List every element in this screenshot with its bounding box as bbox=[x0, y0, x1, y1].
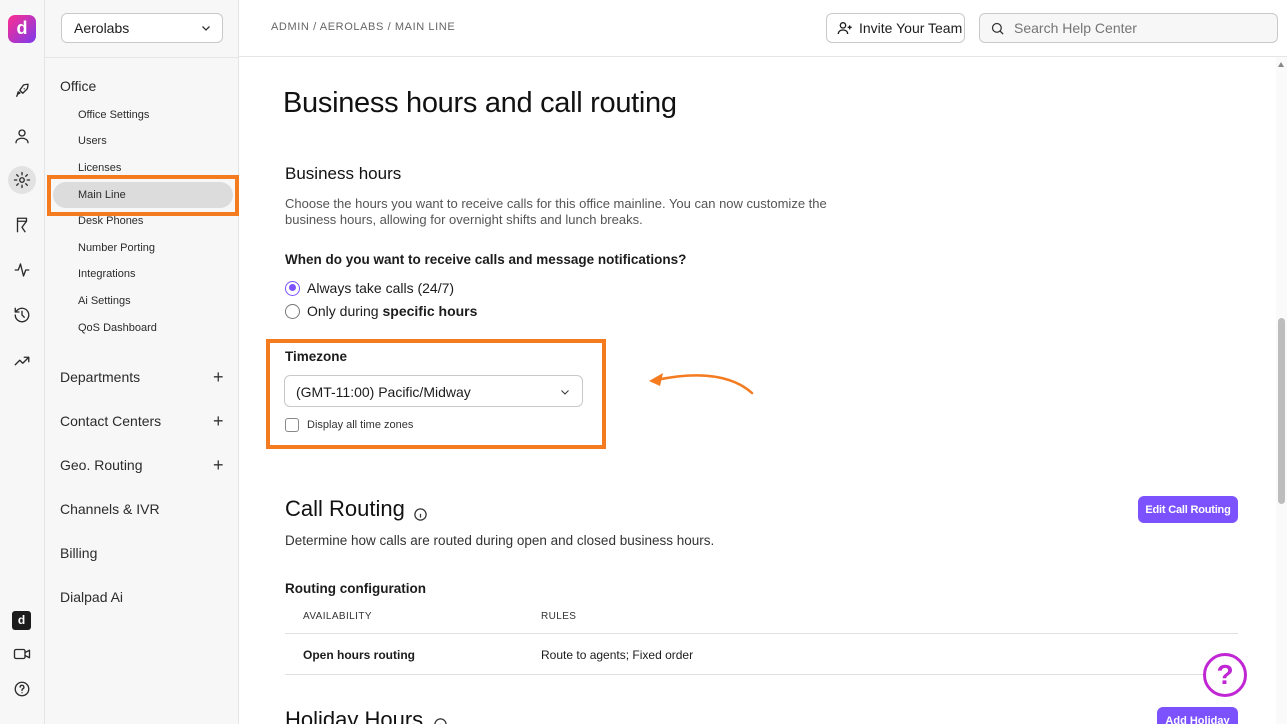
annotation-arrow-icon bbox=[649, 373, 754, 395]
sidebar-item-users[interactable]: Users bbox=[78, 135, 107, 147]
gear-icon[interactable] bbox=[8, 166, 36, 194]
search-box[interactable] bbox=[979, 13, 1278, 43]
table-header-availability: AVAILABILITY bbox=[303, 611, 372, 622]
timezone-highlight-box bbox=[266, 339, 606, 449]
add-holiday-button[interactable]: Add Holiday bbox=[1157, 707, 1238, 724]
scroll-up-arrow-icon[interactable] bbox=[1278, 62, 1284, 67]
page-title: Business hours and call routing bbox=[283, 87, 677, 119]
main-content: Business hours and call routing Business… bbox=[239, 57, 1279, 724]
scrollbar-thumb[interactable] bbox=[1278, 318, 1285, 504]
search-input[interactable] bbox=[1014, 20, 1264, 36]
sidebar-section-billing[interactable]: Billing bbox=[60, 545, 97, 561]
radio-dot-selected[interactable] bbox=[285, 280, 300, 296]
business-hours-description: Choose the hours you want to receive cal… bbox=[285, 196, 827, 227]
user-icon[interactable] bbox=[8, 122, 36, 150]
icon-rail: d d bbox=[0, 0, 45, 724]
sidebar-section-geo-routing[interactable]: Geo. Routing bbox=[60, 457, 143, 473]
rocket-icon[interactable] bbox=[8, 77, 36, 105]
table-cell-availability: Open hours routing bbox=[303, 648, 415, 662]
table-divider bbox=[285, 674, 1238, 675]
call-routing-heading: Call Routing bbox=[285, 496, 405, 521]
routing-icon[interactable] bbox=[8, 211, 36, 239]
routing-configuration-title: Routing configuration bbox=[285, 581, 426, 596]
info-icon[interactable] bbox=[413, 507, 428, 522]
invite-team-button[interactable]: Invite Your Team bbox=[826, 13, 965, 43]
help-fab-button[interactable]: ? bbox=[1203, 653, 1247, 697]
trending-icon[interactable] bbox=[8, 347, 36, 375]
plus-icon[interactable]: + bbox=[213, 368, 224, 386]
sidebar-section-dialpad-ai[interactable]: Dialpad Ai bbox=[60, 589, 123, 605]
sidebar-item-desk-phones[interactable]: Desk Phones bbox=[78, 215, 143, 227]
sidebar-item-ai-settings[interactable]: Ai Settings bbox=[78, 295, 131, 307]
table-divider bbox=[285, 633, 1238, 634]
radio-always-label: Always take calls (24/7) bbox=[307, 280, 455, 296]
org-select-value: Aerolabs bbox=[74, 20, 130, 36]
radio-dot[interactable] bbox=[285, 303, 300, 319]
org-select[interactable]: Aerolabs bbox=[61, 13, 223, 43]
settings-sidebar: Aerolabs Office Office Settings Users Li… bbox=[45, 0, 239, 724]
video-icon[interactable] bbox=[8, 640, 36, 668]
dialpad-logo[interactable]: d bbox=[8, 15, 36, 43]
sidebar-section-office[interactable]: Office bbox=[60, 78, 96, 94]
holiday-hours-heading: Holiday Hours bbox=[285, 707, 424, 724]
radio-specific-hours[interactable]: Only during specific hours bbox=[285, 303, 477, 319]
breadcrumb: ADMIN / AEROLABS / MAIN LINE bbox=[271, 21, 456, 33]
business-hours-heading: Business hours bbox=[285, 164, 402, 183]
radio-always-take-calls[interactable]: Always take calls (24/7) bbox=[285, 280, 454, 296]
sidebar-item-integrations[interactable]: Integrations bbox=[78, 268, 135, 280]
table-header-rules: RULES bbox=[541, 611, 577, 622]
sidebar-section-departments[interactable]: Departments bbox=[60, 369, 140, 385]
sidebar-item-office-settings[interactable]: Office Settings bbox=[78, 109, 149, 121]
sidebar-item-number-porting[interactable]: Number Porting bbox=[78, 242, 155, 254]
history-icon[interactable] bbox=[8, 301, 36, 329]
help-circle-icon[interactable] bbox=[8, 675, 36, 703]
sidebar-item-licenses[interactable]: Licenses bbox=[78, 162, 121, 174]
main-line-highlight-box bbox=[47, 175, 239, 216]
radio-specific-label: Only during specific hours bbox=[307, 303, 477, 319]
info-icon[interactable] bbox=[433, 717, 448, 724]
edit-call-routing-button[interactable]: Edit Call Routing bbox=[1138, 496, 1238, 523]
search-icon bbox=[991, 22, 1004, 35]
call-routing-description: Determine how calls are routed during op… bbox=[285, 533, 715, 548]
sidebar-section-channels-ivr[interactable]: Channels & IVR bbox=[60, 501, 160, 517]
sidebar-item-qos-dashboard[interactable]: QoS Dashboard bbox=[78, 322, 157, 334]
table-cell-rules: Route to agents; Fixed order bbox=[541, 648, 694, 662]
dialpad-app-icon[interactable]: d bbox=[12, 611, 31, 630]
sidebar-section-contact-centers[interactable]: Contact Centers bbox=[60, 413, 161, 429]
radio-specific-prefix: Only during bbox=[307, 303, 383, 319]
radio-specific-bold: specific hours bbox=[382, 303, 478, 319]
user-plus-icon bbox=[837, 22, 852, 35]
top-bar: ADMIN / AEROLABS / MAIN LINE Invite Your… bbox=[239, 0, 1287, 57]
notification-question: When do you want to receive calls and me… bbox=[285, 252, 687, 267]
sidebar-divider bbox=[45, 57, 239, 58]
plus-icon[interactable]: + bbox=[213, 456, 224, 474]
plus-icon[interactable]: + bbox=[213, 412, 224, 430]
chevron-down-icon bbox=[202, 26, 210, 31]
activity-icon[interactable] bbox=[8, 256, 36, 284]
invite-team-label: Invite Your Team bbox=[859, 20, 963, 36]
